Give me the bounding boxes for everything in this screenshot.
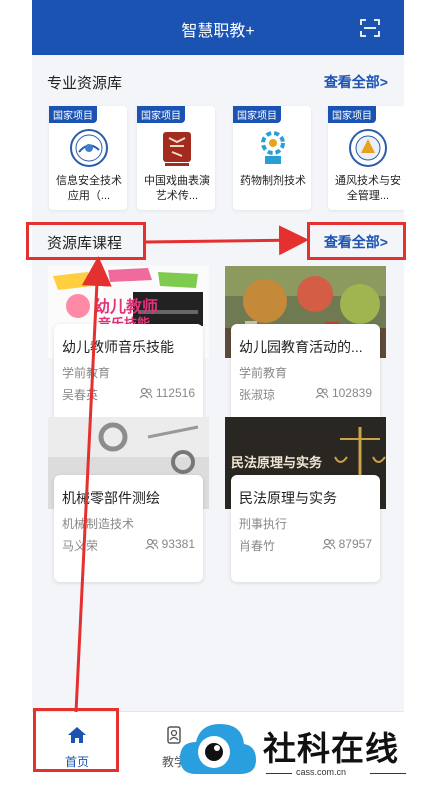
watermark-divider <box>266 773 292 774</box>
watermark: 社科在线 cass.com.cn <box>178 718 418 784</box>
resource-name: 药物制剂技术 <box>240 175 306 187</box>
course-category: 刑事执行 <box>239 517 288 531</box>
annotation-box-courses-title <box>26 222 146 260</box>
security-emblem-icon <box>70 129 108 167</box>
course-view-count: 93381 <box>161 537 195 551</box>
course-view-count: 102839 <box>331 386 372 400</box>
course-name: 机械零部件测绘 <box>62 490 160 506</box>
people-icon <box>139 387 153 399</box>
course-views: 102839 <box>315 386 372 400</box>
watermark-divider <box>370 773 406 774</box>
course-view-count: 87957 <box>338 537 372 551</box>
course-view-count: 112516 <box>155 386 195 400</box>
course-views: 87957 <box>322 537 372 551</box>
course-card[interactable]: 幼儿园教育活动的... 学前教育 张淑琼 102839 <box>225 266 386 431</box>
pharmacy-emblem-icon <box>261 131 285 164</box>
course-category: 学前教育 <box>62 366 111 380</box>
people-icon <box>315 387 329 399</box>
people-icon <box>145 538 159 550</box>
course-card[interactable]: 机械零部件测绘 机械制造技术 马义荣 93381 <box>48 417 209 582</box>
national-project-badge: 国家项目 <box>328 106 376 123</box>
course-info: 机械零部件测绘 机械制造技术 马义荣 93381 <box>54 475 203 582</box>
course-views: 112516 <box>139 386 195 400</box>
resource-name: 中国戏曲表演艺术传... <box>144 175 210 202</box>
national-project-badge: 国家项目 <box>233 106 281 123</box>
course-teacher: 张淑琼 <box>239 388 276 402</box>
course-card[interactable]: 幼儿教师 音乐技能 幼儿教师音乐技能 学前教育 吴春英 112516 <box>48 266 209 431</box>
course-card[interactable]: 民法原理与实务 民法原理与实务 刑事执行 肖春竹 87957 <box>225 417 386 582</box>
thumb-text-law: 民法原理与实务 <box>231 455 323 471</box>
national-project-badge: 国家项目 <box>137 106 185 123</box>
resource-name: 通风技术与安全管理... <box>335 175 401 202</box>
annotation-box-see-all <box>307 222 406 260</box>
phone-screen: 智慧职教+ 专业资源库 查看全部> 国家项目 信息安全技术应用（... 国家项目… <box>32 0 404 789</box>
resource-card[interactable]: 国家项目 中国戏曲表演艺术传... <box>137 106 215 210</box>
national-project-badge: 国家项目 <box>49 106 97 123</box>
watermark-cloud-logo-icon <box>180 724 256 774</box>
course-name: 民法原理与实务 <box>239 490 337 506</box>
course-info: 民法原理与实务 刑事执行 肖春竹 87957 <box>231 475 380 582</box>
course-category: 学前教育 <box>239 366 288 380</box>
people-icon <box>322 538 336 550</box>
course-info: 幼儿教师音乐技能 学前教育 吴春英 112516 <box>54 324 203 431</box>
top-bar: 智慧职教+ <box>32 0 404 55</box>
course-name: 幼儿园教育活动的... <box>239 339 363 355</box>
resource-library-title: 专业资源库 <box>47 75 123 92</box>
resource-library-see-all-link[interactable]: 查看全部> <box>324 72 388 92</box>
opera-seal-icon <box>163 132 191 166</box>
resource-card[interactable]: 国家项目 药物制剂技术 <box>233 106 311 210</box>
course-category: 机械制造技术 <box>62 517 135 531</box>
watermark-text: 社科在线 <box>263 729 399 768</box>
course-name: 幼儿教师音乐技能 <box>62 339 174 355</box>
course-teacher: 马义荣 <box>62 539 99 553</box>
course-teacher: 肖春竹 <box>239 539 276 553</box>
resource-card[interactable]: 国家项目 通风技术与安全管理... <box>328 106 404 210</box>
ventilation-emblem-icon <box>349 129 387 167</box>
scan-icon[interactable] <box>360 19 380 37</box>
annotation-box-home <box>33 708 119 772</box>
course-info: 幼儿园教育活动的... 学前教育 张淑琼 102839 <box>231 324 380 431</box>
course-views: 93381 <box>145 537 195 551</box>
course-teacher: 吴春英 <box>62 388 99 402</box>
watermark-url: cass.com.cn <box>296 767 347 777</box>
thumb-text-top: 幼儿教师 <box>94 297 158 316</box>
resource-card[interactable]: 国家项目 信息安全技术应用（... <box>49 106 127 210</box>
resource-name: 信息安全技术应用（... <box>56 175 122 202</box>
app-title: 智慧职教+ <box>181 23 255 40</box>
